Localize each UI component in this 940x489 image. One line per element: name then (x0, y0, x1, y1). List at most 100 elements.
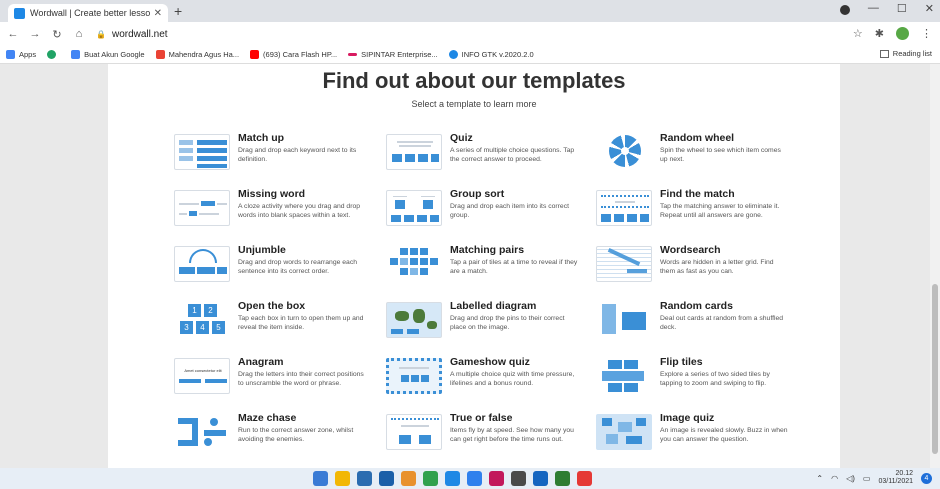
match-up-thumbnail (174, 134, 230, 170)
reload-icon[interactable]: ↻ (48, 28, 66, 41)
template-description: Tap the matching answer to eliminate it.… (660, 203, 780, 219)
close-tab-icon[interactable]: ✕ (154, 8, 162, 19)
template-description: Drag the letters into their correct posi… (238, 371, 364, 387)
chrome-icon[interactable] (445, 471, 460, 486)
edge-icon[interactable] (467, 471, 482, 486)
template-card-random-wheel[interactable]: Random wheel Spin the wheel to see which… (596, 132, 806, 182)
template-card-maze-chase[interactable]: Maze chase Run to the correct answer zon… (174, 412, 384, 462)
template-description: Items fly by at speed. See how many you … (450, 427, 574, 443)
template-title: Matching pairs (450, 244, 525, 256)
bookmark-item[interactable] (47, 50, 60, 59)
template-card-labelled-diagram[interactable]: Labelled diagram Drag and drop the pins … (386, 300, 596, 350)
youtube-icon (250, 50, 260, 59)
template-card-matching-pairs[interactable]: Matching pairs Tap a pair of tiles at a … (386, 244, 596, 294)
template-card-unjumble[interactable]: Unjumble Drag and drop words to rearrang… (174, 244, 384, 294)
home-icon[interactable]: ⌂ (70, 28, 88, 40)
minimize-icon[interactable]: — (868, 2, 879, 15)
apps-grid-icon (6, 50, 15, 59)
battery-icon[interactable]: ▭ (863, 474, 871, 483)
chrome-icon[interactable] (423, 471, 438, 486)
close-window-icon[interactable]: ✕ (925, 2, 934, 15)
template-card-quiz[interactable]: Quiz A series of multiple choice questio… (386, 132, 596, 182)
forward-icon[interactable]: → (26, 28, 44, 40)
back-icon[interactable]: ← (4, 28, 22, 40)
template-description: Tap each box in turn to open them up and… (238, 315, 364, 331)
template-description: Drag and drop words to rearrange each se… (238, 259, 358, 275)
volume-icon[interactable]: ◁) (846, 474, 855, 483)
address-bar[interactable]: 🔒 wordwall.net (96, 29, 168, 40)
template-card-random-cards[interactable]: Random cards Deal out cards at random fr… (596, 300, 806, 350)
missing-word-thumbnail (174, 190, 230, 226)
clock-date: 03/11/2021 (878, 478, 913, 485)
template-card-gameshow-quiz[interactable]: Gameshow quiz A multiple choice quiz wit… (386, 356, 596, 406)
taskbar-apps (313, 471, 592, 486)
scrollbar-thumb[interactable] (932, 284, 938, 454)
image-quiz-thumbnail (596, 414, 652, 450)
instagram-icon[interactable] (489, 471, 504, 486)
globe-icon (448, 50, 458, 59)
chevron-up-icon[interactable]: ⌃ (816, 474, 823, 483)
template-card-image-quiz[interactable]: Image quiz An image is revealed slowly. … (596, 412, 806, 462)
template-description: Words are hidden in a letter grid. Find … (660, 259, 774, 275)
template-card-flip-tiles[interactable]: Flip tiles Explore a series of two sided… (596, 356, 806, 406)
browser-tab-strip: Wordwall | Create better lessons ✕ + — ☐… (0, 0, 940, 22)
profile-avatar[interactable] (896, 27, 909, 40)
whatsapp-icon (47, 50, 57, 59)
bookmark-item[interactable]: Mahendra Agus Ha... (155, 50, 239, 59)
template-description: Tap a pair of tiles at a time to reveal … (450, 259, 578, 275)
notification-badge[interactable]: 4 (921, 472, 932, 484)
template-card-anagram[interactable]: Amet consectetur elit Anagram Drag the l… (174, 356, 384, 406)
app-icon[interactable] (511, 471, 526, 486)
template-description: A cloze activity where you drag and drop… (238, 203, 361, 219)
template-title: Anagram (238, 356, 284, 368)
template-title: Unjumble (238, 244, 286, 256)
profile-indicator-icon[interactable] (839, 5, 850, 15)
bookmark-item[interactable]: SIPINTAR Enterprise... (348, 50, 438, 59)
template-card-true-or-false[interactable]: True or false Items fly by at speed. See… (386, 412, 596, 462)
clock-time: 20.12 (895, 470, 913, 477)
new-tab-icon[interactable]: + (174, 3, 182, 19)
template-title: Quiz (450, 132, 473, 144)
photoshop-icon[interactable] (533, 471, 548, 486)
template-title: True or false (450, 412, 513, 424)
gmail-icon (155, 50, 165, 59)
file-explorer-icon[interactable] (335, 471, 350, 486)
template-description: A multiple choice quiz with time pressur… (450, 371, 575, 387)
open-the-box-thumbnail: 1 2 3 4 5 (174, 302, 230, 338)
app-icon[interactable] (555, 471, 570, 486)
find-the-match-thumbnail (596, 190, 652, 226)
wordwall-favicon-icon (14, 7, 25, 19)
matching-pairs-thumbnail (386, 246, 442, 282)
browser-tab[interactable]: Wordwall | Create better lessons ✕ (8, 4, 168, 22)
template-title: Group sort (450, 188, 505, 200)
template-card-open-the-box[interactable]: 1 2 3 4 5 Open the box Tap each box in t… (174, 300, 384, 350)
clock[interactable]: 20.12 03/11/2021 (878, 470, 913, 486)
wifi-icon[interactable]: ◠ (831, 474, 838, 483)
template-card-match-up[interactable]: Match up Drag and drop each keyword next… (174, 132, 384, 182)
reading-list-button[interactable]: Reading list (879, 49, 932, 58)
menu-icon[interactable]: ⋮ (921, 27, 932, 40)
page-scrollbar[interactable] (930, 64, 940, 468)
template-title: Open the box (238, 300, 306, 312)
template-card-group-sort[interactable]: Group sort Drag and drop each item into … (386, 188, 596, 238)
maximize-icon[interactable]: ☐ (897, 2, 907, 15)
bookmark-item[interactable]: Buat Akun Google (71, 50, 145, 59)
bookmark-item[interactable]: INFO GTK v.2020.2.0 (448, 50, 534, 59)
template-title: Find the match (660, 188, 735, 200)
app-icon[interactable] (401, 471, 416, 486)
app-icon[interactable] (357, 471, 372, 486)
maze-chase-thumbnail (174, 414, 230, 450)
extensions-icon[interactable]: ✱ (875, 27, 884, 40)
page-content: Find out about our templates Select a te… (108, 64, 840, 468)
vscode-icon[interactable] (379, 471, 394, 486)
chrome-icon[interactable] (577, 471, 592, 486)
true-or-false-thumbnail (386, 414, 442, 450)
bookmark-item[interactable]: (693) Cara Flash HP... (250, 50, 337, 59)
bookmark-star-icon[interactable]: ☆ (853, 27, 863, 40)
page-subtitle: Select a template to learn more (411, 99, 537, 109)
template-card-missing-word[interactable]: Missing word A cloze activity where you … (174, 188, 384, 238)
bookmark-apps[interactable]: Apps (6, 50, 36, 59)
template-card-wordsearch[interactable]: Wordsearch Words are hidden in a letter … (596, 244, 806, 294)
template-card-find-the-match[interactable]: Find the match Tap the matching answer t… (596, 188, 806, 238)
start-windows-icon[interactable] (313, 471, 328, 486)
